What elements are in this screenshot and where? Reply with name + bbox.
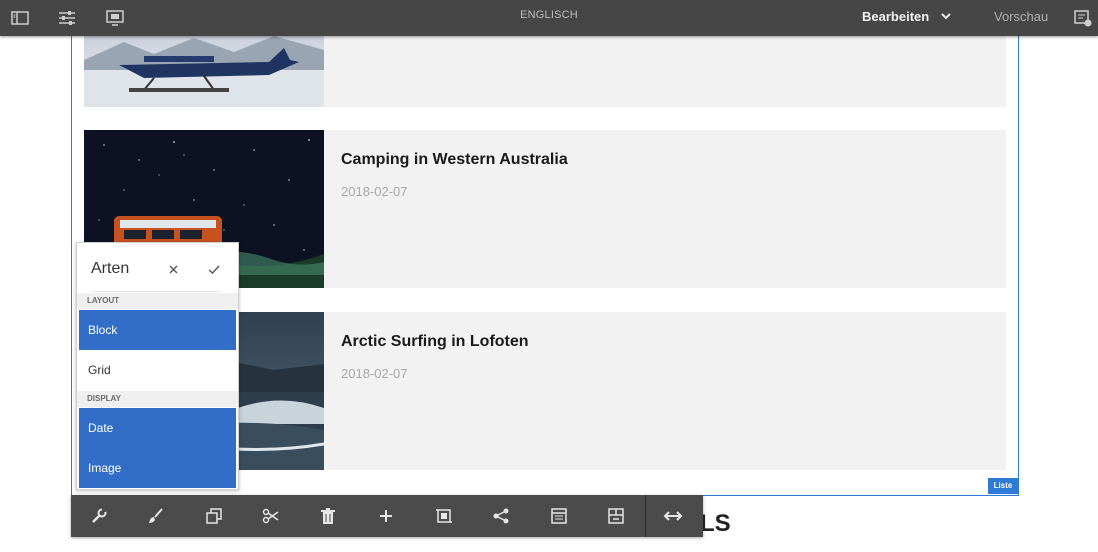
language-label: ENGLISCH — [520, 9, 578, 21]
brush-icon[interactable] — [145, 505, 167, 527]
item-date: 2018-02-07 — [341, 184, 408, 199]
crop-icon[interactable] — [433, 505, 455, 527]
style-option-block[interactable]: Block — [79, 310, 236, 350]
emulator-icon[interactable] — [105, 8, 125, 28]
resize-icon[interactable] — [662, 505, 684, 527]
component-type-tag: Liste — [988, 478, 1018, 494]
component-toolbar — [71, 495, 703, 537]
trash-icon[interactable] — [317, 505, 339, 527]
popover-title: Arten — [91, 260, 130, 277]
chevron-down-icon[interactable] — [940, 9, 954, 25]
divider — [91, 291, 221, 292]
close-icon[interactable] — [165, 260, 183, 278]
checkmark-icon[interactable] — [205, 260, 223, 278]
wrench-icon[interactable] — [88, 505, 110, 527]
next-section-heading: LS — [700, 510, 731, 537]
preview-button[interactable]: Vorschau — [994, 9, 1048, 24]
item-title[interactable]: Camping in Western Australia — [341, 151, 568, 169]
copy-icon[interactable] — [203, 505, 225, 527]
style-option-image[interactable]: Image — [79, 448, 236, 488]
toolbar-divider — [645, 495, 646, 537]
style-option-grid[interactable]: Grid — [79, 350, 236, 390]
group-header-layout: LAYOUT — [77, 293, 238, 309]
seaplane-image — [84, 30, 324, 107]
plus-icon[interactable] — [375, 505, 397, 527]
popover-header: Arten — [77, 243, 238, 293]
item-title[interactable]: Arctic Surfing in Lofoten — [341, 333, 529, 351]
cut-icon[interactable] — [260, 505, 282, 527]
group-header-display: DISPLAY — [77, 391, 238, 407]
item-date: 2018-02-07 — [341, 366, 408, 381]
style-system-popover: Arten LAYOUT Block Grid DISPLAY Date Ima… — [76, 242, 239, 490]
style-option-date[interactable]: Date — [79, 408, 236, 448]
editor-topbar: ENGLISCH Bearbeiten Vorschau — [0, 0, 1098, 36]
list-item[interactable] — [84, 30, 1006, 107]
properties-icon[interactable] — [57, 8, 77, 28]
template-icon[interactable] — [605, 505, 627, 527]
list-icon[interactable] — [548, 505, 570, 527]
share-icon[interactable] — [490, 505, 512, 527]
annotate-icon[interactable] — [1073, 8, 1093, 28]
mode-selector[interactable]: Bearbeiten — [862, 9, 929, 24]
side-panel-icon[interactable] — [10, 8, 30, 28]
